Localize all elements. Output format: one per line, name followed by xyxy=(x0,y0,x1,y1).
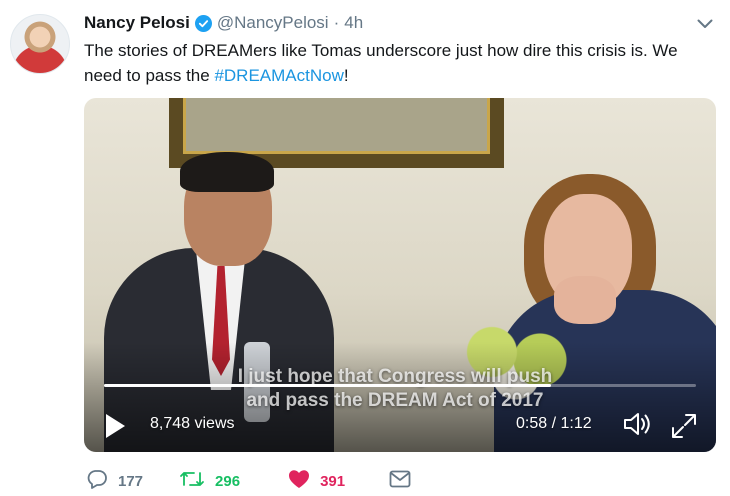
verified-badge-icon xyxy=(194,14,212,32)
tweet-header: Nancy Pelosi @NancyPelosi · 4h xyxy=(84,12,363,34)
direct-message-button[interactable] xyxy=(389,470,411,492)
video-duration: 1:12 xyxy=(560,415,592,432)
like-button[interactable]: 391 xyxy=(288,469,345,493)
tweet-text-body: The stories of DREAMers like Tomas under… xyxy=(84,41,678,85)
tweet-text: The stories of DREAMers like Tomas under… xyxy=(84,38,704,88)
separator-dot: · xyxy=(333,13,340,32)
video-time-separator: / xyxy=(547,415,561,432)
author-name[interactable]: Nancy Pelosi xyxy=(84,13,190,33)
fullscreen-icon[interactable] xyxy=(670,412,698,440)
hashtag-link[interactable]: #DREAMActNow xyxy=(214,66,343,85)
video-current-time: 0:58 xyxy=(516,415,548,432)
video-progress-bar[interactable] xyxy=(104,384,696,387)
avatar[interactable] xyxy=(10,14,70,74)
tweet-timestamp[interactable]: 4h xyxy=(344,13,363,33)
man-hair xyxy=(180,152,274,192)
view-count: 8,748 views xyxy=(150,415,235,432)
volume-icon[interactable] xyxy=(622,410,654,438)
reply-button[interactable]: 177 xyxy=(86,469,143,493)
video-caption: I just hope that Congress will push and … xyxy=(84,365,716,413)
reply-count: 177 xyxy=(118,472,144,490)
video-progress-fill xyxy=(104,384,551,387)
woman-hands xyxy=(554,276,616,324)
video-player[interactable]: I just hope that Congress will push and … xyxy=(84,98,716,452)
author-handle[interactable]: @NancyPelosi xyxy=(217,13,329,33)
like-count: 391 xyxy=(320,472,346,490)
retweet-icon xyxy=(179,469,205,493)
tweet-text-end: ! xyxy=(343,66,349,85)
reply-icon xyxy=(86,469,108,493)
video-time: 0:58 / 1:12 xyxy=(516,415,592,433)
chevron-down-icon[interactable] xyxy=(694,14,716,34)
envelope-icon xyxy=(389,470,411,492)
play-icon[interactable] xyxy=(104,412,128,440)
retweet-button[interactable]: 296 xyxy=(179,469,240,493)
tweet-actions: 177 296 391 xyxy=(86,468,411,494)
heart-icon xyxy=(288,469,310,493)
retweet-count: 296 xyxy=(215,472,241,490)
